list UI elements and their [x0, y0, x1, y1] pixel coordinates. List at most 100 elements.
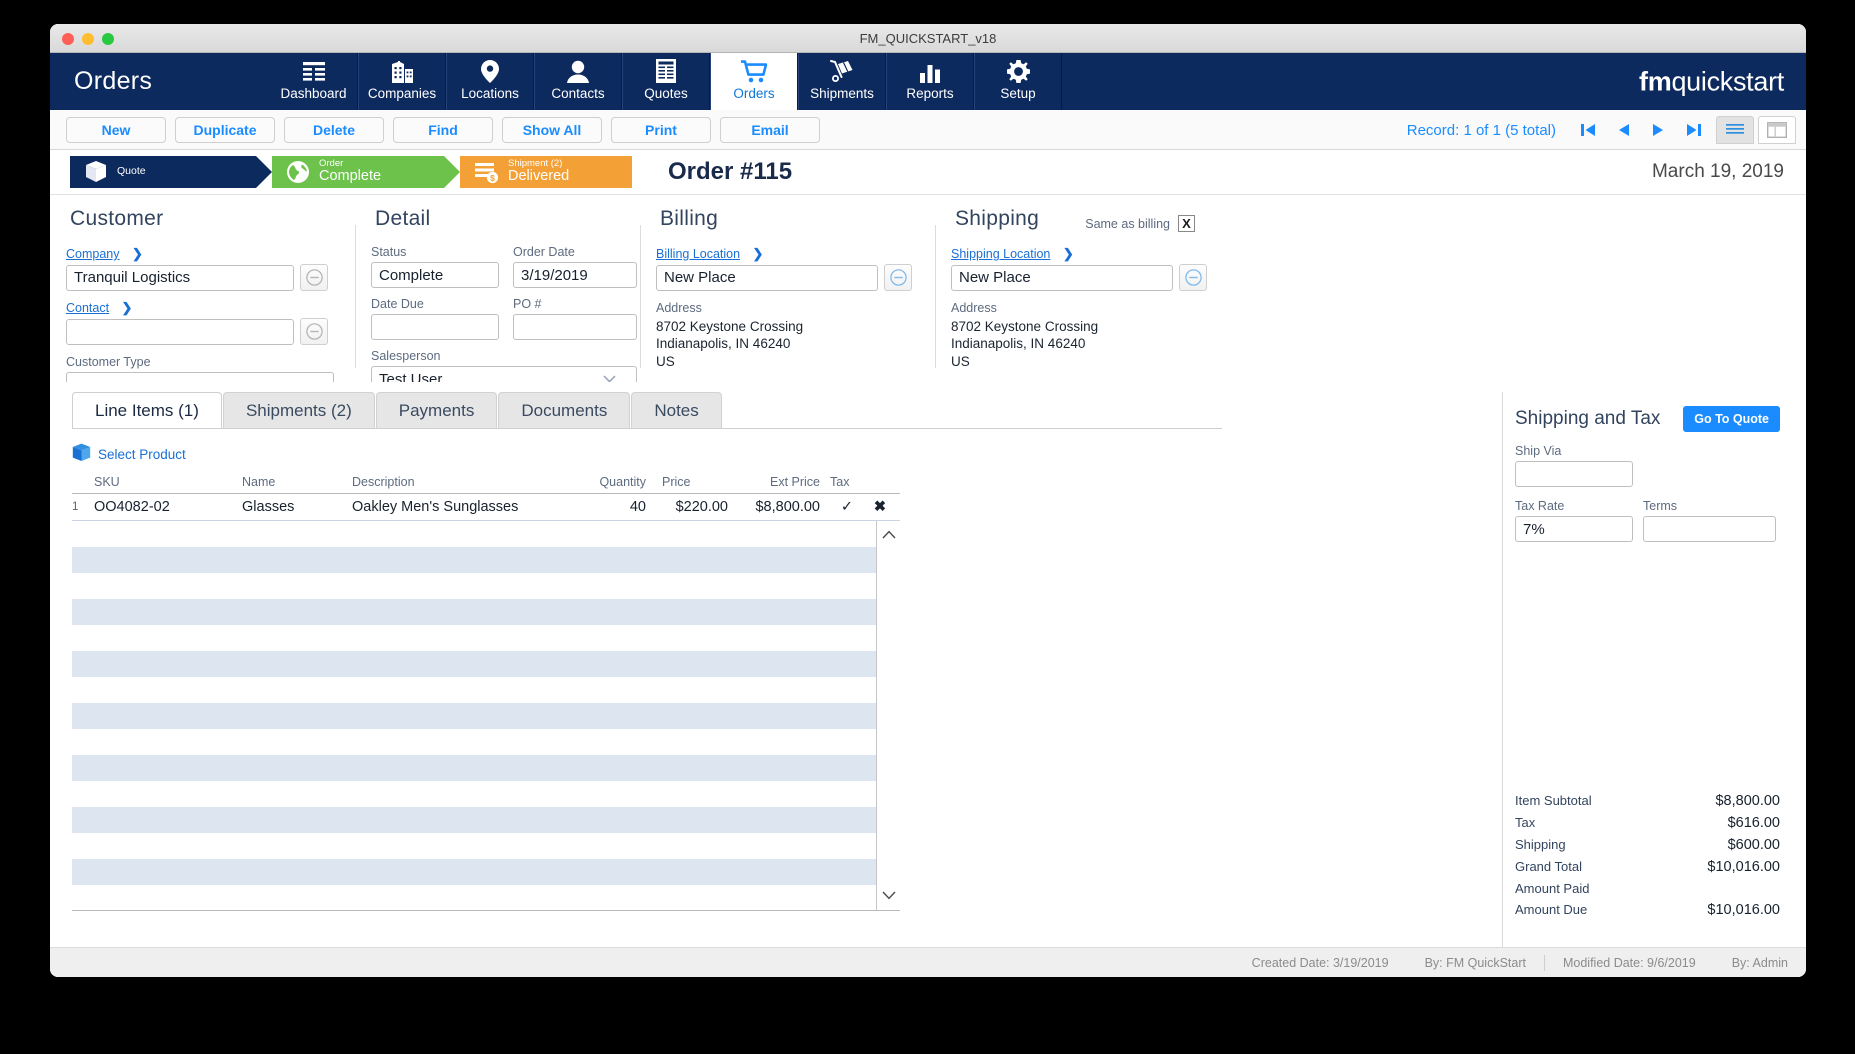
line-items-thead: SKU Name Description Quantity Price Ext …: [72, 475, 900, 494]
status-step-order[interactable]: Order Complete: [272, 156, 460, 188]
row-sku[interactable]: OO4082-02: [94, 494, 242, 521]
select-product-button[interactable]: Select Product: [72, 443, 1502, 465]
billing-address-line-2: Indianapolis, IN 46240: [656, 336, 791, 352]
form-view-toggle[interactable]: [1758, 116, 1796, 144]
nav-label-locations: Locations: [461, 85, 519, 101]
nav-item-quotes[interactable]: Quotes: [622, 53, 710, 110]
go-to-quote-button[interactable]: Go To Quote: [1683, 406, 1780, 432]
order-date-label: Order Date: [513, 245, 575, 259]
show-all-button[interactable]: Show All: [502, 116, 602, 143]
total-value-tax: $616.00: [1727, 815, 1780, 831]
shipping-location-link[interactable]: Shipping Location: [951, 247, 1050, 261]
next-record-icon[interactable]: [1641, 123, 1675, 137]
record-counter: Record: 1 of 1 (5 total): [1406, 121, 1556, 139]
row-quantity[interactable]: 40: [568, 494, 646, 521]
modified-by: By: Admin: [1731, 955, 1788, 970]
tax-rate-field[interactable]: 7%: [1515, 516, 1633, 542]
billing-location-clear-button[interactable]: [884, 264, 912, 291]
company-link[interactable]: Company: [66, 247, 120, 261]
window-controls[interactable]: [62, 33, 114, 45]
tab-payments[interactable]: Payments: [375, 392, 498, 428]
contact-clear-button[interactable]: [300, 318, 328, 345]
nav-item-companies[interactable]: Companies: [358, 53, 446, 110]
status-step-quote[interactable]: Quote: [70, 156, 272, 188]
delete-button[interactable]: Delete: [284, 116, 384, 143]
order-date-field[interactable]: 3/19/2019: [513, 262, 637, 288]
salesperson-label: Salesperson: [371, 349, 441, 363]
status-step-shipment[interactable]: $ Shipment (2) Delivered: [460, 156, 632, 188]
shipping-address-line-2: Indianapolis, IN 46240: [951, 336, 1086, 352]
nav-item-shipments[interactable]: Shipments: [798, 53, 886, 110]
empty-row: [72, 833, 900, 859]
contact-field[interactable]: [66, 318, 294, 345]
tab-documents[interactable]: Documents: [498, 392, 631, 428]
billing-location-goto-icon[interactable]: ❯: [753, 246, 764, 261]
box-icon: [84, 160, 108, 184]
same-as-billing-checkbox[interactable]: X: [1178, 215, 1195, 232]
find-button[interactable]: Find: [393, 116, 493, 143]
email-button[interactable]: Email: [720, 116, 820, 143]
company-field[interactable]: Tranquil Logistics: [66, 264, 294, 291]
brand-logo-bold: fm: [1639, 66, 1672, 96]
nav-item-setup[interactable]: Setup: [974, 53, 1062, 110]
last-record-icon[interactable]: [1675, 123, 1712, 137]
nav-item-orders[interactable]: Orders: [710, 53, 798, 110]
company-goto-icon[interactable]: ❯: [132, 246, 143, 261]
row-name[interactable]: Glasses: [242, 494, 352, 521]
nav-item-reports[interactable]: Reports: [886, 53, 974, 110]
document-icon: [656, 58, 676, 83]
row-description[interactable]: Oakley Men's Sunglasses: [352, 494, 568, 521]
contact-goto-icon[interactable]: ❯: [122, 300, 133, 315]
status-quote-text: Quote: [117, 165, 146, 178]
minimize-window-button[interactable]: [82, 33, 94, 45]
maximize-window-button[interactable]: [102, 33, 114, 45]
tab-shipments[interactable]: Shipments (2): [222, 392, 375, 428]
date-due-label: Date Due: [371, 297, 424, 311]
shipping-location-clear-button[interactable]: [1179, 264, 1207, 291]
row-tax-checkbox[interactable]: ✓: [820, 494, 860, 521]
empty-row: [72, 573, 900, 599]
billing-location-field[interactable]: New Place: [656, 264, 878, 291]
total-label-grand-total: Grand Total: [1515, 859, 1582, 874]
shipping-tax-header: Shipping and Tax Go To Quote: [1515, 406, 1780, 432]
scroll-down-icon[interactable]: [881, 887, 896, 905]
tab-notes[interactable]: Notes: [631, 392, 722, 428]
scroll-up-icon[interactable]: [881, 526, 896, 544]
billing-location-link[interactable]: Billing Location: [656, 247, 740, 261]
invoice-icon: $: [474, 160, 499, 184]
order-number-heading: Order #115: [668, 158, 793, 185]
print-button[interactable]: Print: [611, 116, 711, 143]
terms-field[interactable]: [1643, 516, 1776, 542]
duplicate-button[interactable]: Duplicate: [175, 116, 275, 143]
nav-items: Dashboard Companies Locations Contacts Q…: [270, 53, 1062, 110]
tab-divider: [72, 428, 1222, 429]
contact-link[interactable]: Contact: [66, 301, 109, 315]
action-toolbar: New Duplicate Delete Find Show All Print…: [50, 110, 1806, 150]
date-due-field[interactable]: [371, 314, 499, 340]
person-icon: [567, 60, 589, 83]
row-delete-icon[interactable]: ✖: [860, 494, 900, 521]
shipping-location-goto-icon[interactable]: ❯: [1063, 246, 1074, 261]
close-window-button[interactable]: [62, 33, 74, 45]
po-number-field[interactable]: [513, 314, 637, 340]
status-field[interactable]: Complete: [371, 262, 499, 288]
previous-record-icon[interactable]: [1607, 123, 1641, 137]
line-items-scrollbar[interactable]: [876, 521, 900, 910]
tab-line-items[interactable]: Line Items (1): [72, 392, 222, 428]
col-sku: SKU: [94, 475, 120, 489]
first-record-icon[interactable]: [1570, 123, 1607, 137]
nav-item-locations[interactable]: Locations: [446, 53, 534, 110]
table-row[interactable]: 1 OO4082-02 Glasses Oakley Men's Sunglas…: [72, 494, 900, 521]
total-row-shipping: Shipping $600.00: [1515, 834, 1780, 856]
new-button[interactable]: New: [66, 116, 166, 143]
total-value-shipping: $600.00: [1727, 837, 1780, 853]
ship-via-field[interactable]: [1515, 461, 1633, 487]
same-as-billing-control[interactable]: Same as billing X: [1085, 215, 1195, 232]
billing-address: 8702 Keystone Crossing Indianapolis, IN …: [656, 318, 919, 370]
list-view-toggle[interactable]: [1716, 116, 1754, 144]
row-price[interactable]: $220.00: [646, 494, 728, 521]
company-clear-button[interactable]: [300, 264, 328, 291]
nav-item-dashboard[interactable]: Dashboard: [270, 53, 358, 110]
shipping-location-field[interactable]: New Place: [951, 264, 1173, 291]
nav-item-contacts[interactable]: Contacts: [534, 53, 622, 110]
